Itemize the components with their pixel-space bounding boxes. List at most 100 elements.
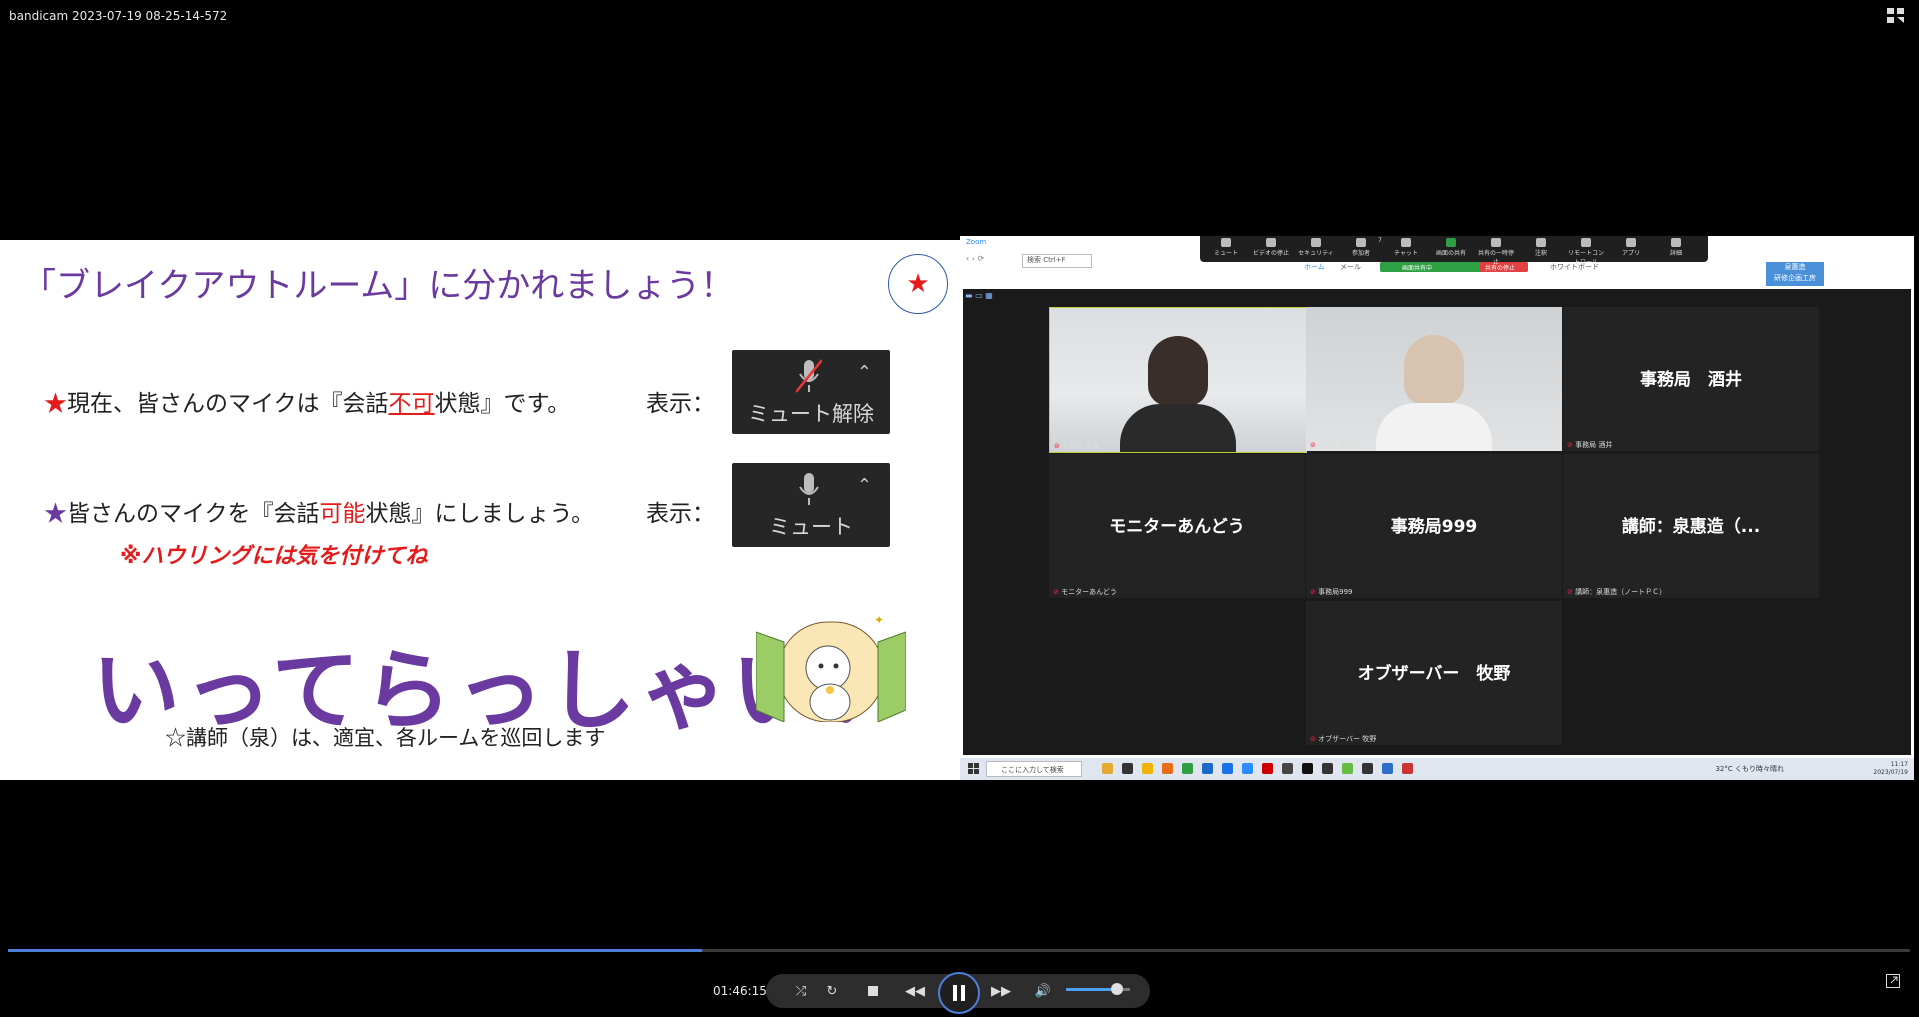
- toolbar-icon: [1266, 238, 1276, 247]
- clock-date: 2023/07/19: [1873, 769, 1908, 776]
- display-label-1: 表示：: [646, 391, 715, 417]
- loop-icon[interactable]: ↻: [823, 982, 841, 1000]
- toolbar-item[interactable]: ミュート: [1206, 238, 1246, 257]
- weather-widget[interactable]: 32°C くもり時々晴れ: [1715, 764, 1784, 774]
- participant-name: モニターあんどう: [1109, 517, 1245, 537]
- line2-text: 皆さんのマイクを『会話: [67, 501, 320, 527]
- participant-name: 事務局999: [1390, 517, 1478, 537]
- toolbar-label: アプリ: [1621, 250, 1640, 257]
- toolbar-item[interactable]: ビデオの停止: [1251, 238, 1291, 257]
- mute-button-illustration: ⌃ ミュート: [732, 463, 890, 547]
- popout-icon[interactable]: [1886, 974, 1900, 988]
- tab-home[interactable]: ホーム: [1304, 262, 1325, 272]
- slide-title: 「ブレイクアウトルーム」に分かれましょう！: [22, 266, 735, 306]
- unmute-button-illustration: ⌃ ミュート解除: [732, 350, 890, 434]
- howling-warning: ※ハウリングには気を付けてね: [120, 544, 428, 569]
- taskbar-app-icon[interactable]: [1222, 763, 1233, 774]
- toolbar-item[interactable]: 共有の一時停止: [1476, 238, 1516, 266]
- windows-taskbar: ここに入力して検索 32°C くもり時々晴れ 11:17 2023/07/19: [960, 758, 1914, 780]
- toolbar-item[interactable]: リモートコントロール: [1566, 238, 1606, 266]
- participant-caption: ⊘ モニターあんどう: [1053, 588, 1117, 596]
- participant-tile[interactable]: ⊘ 講師：泉惠造: [1306, 307, 1562, 451]
- instructor-note: ☆講師（泉）は、適宜、各ルームを巡回します: [165, 726, 606, 750]
- participant-tile[interactable]: オブザーバー 牧野 ⊘ オブザーバー 牧野: [1306, 601, 1562, 745]
- tab-mail[interactable]: メール: [1340, 262, 1361, 272]
- zoom-search-input[interactable]: 検索 Ctrl+F: [1022, 254, 1092, 268]
- taskbar-search-input[interactable]: ここに入力して検索: [986, 761, 1082, 777]
- zoom-window: Zoom ‹ › ⟳ 検索 Ctrl+F ホーム メール ホワイトボード 画面共…: [960, 236, 1914, 780]
- toolbar-label: ミュート: [1213, 250, 1238, 257]
- toolbar-label: 参加者: [1351, 250, 1370, 257]
- instruction-line-1: ★現在、皆さんのマイクは『会話不可状態』です。: [44, 384, 570, 418]
- toolbar-item[interactable]: 画面の共有: [1431, 238, 1471, 257]
- taskbar-app-icon[interactable]: [1162, 763, 1173, 774]
- gallery-view: ▬ ▭ ▦ ⊘ 事務局 安藤 ⊘ 講師：泉惠造 事務局 酒井 ⊘ 事務局 酒井モニター…: [963, 289, 1911, 755]
- toolbar-item[interactable]: アプリ: [1611, 238, 1651, 257]
- view-toggle-icon[interactable]: ▬ ▭ ▦: [965, 291, 993, 300]
- toolbar-item[interactable]: セキュリティ: [1296, 238, 1336, 257]
- windows-start-icon[interactable]: [968, 763, 980, 775]
- taskbar-app-icon[interactable]: [1362, 763, 1373, 774]
- taskbar-app-icon[interactable]: [1102, 763, 1113, 774]
- participant-body: [1376, 403, 1492, 451]
- repeat-ab-icon[interactable]: ⤮: [792, 982, 810, 1000]
- participant-caption: ⊘ 事務局 安藤: [1054, 442, 1100, 450]
- svg-text:✦: ✦: [874, 613, 884, 627]
- taskbar-app-icon[interactable]: [1142, 763, 1153, 774]
- participant-name: オブザーバー 牧野: [1357, 664, 1511, 684]
- toolbar-item[interactable]: チャット: [1386, 238, 1426, 257]
- participant-tile[interactable]: ⊘ 事務局 安藤: [1049, 307, 1307, 453]
- taskbar-app-icon[interactable]: [1382, 763, 1393, 774]
- rewind-button[interactable]: ◀◀: [905, 982, 925, 1000]
- toolbar-item[interactable]: 詳細: [1656, 238, 1696, 257]
- participant-tile[interactable]: モニターあんどう ⊘ モニターあんどう: [1049, 454, 1305, 598]
- volume-level: [1066, 988, 1118, 991]
- toolbar-item[interactable]: 注釈: [1521, 238, 1561, 257]
- participant-tile[interactable]: 事務局 酒井 ⊘ 事務局 酒井: [1563, 307, 1819, 451]
- zoom-toolbar: ミュート ビデオの停止 セキュリティ 参加者 チャット 画面の共有 共有の一時停止 注釈 リモー…: [1200, 236, 1708, 266]
- taskbar-app-icon[interactable]: [1202, 763, 1213, 774]
- layout-icon[interactable]: [1887, 8, 1905, 24]
- chevron-up-icon: ⌃: [856, 362, 872, 383]
- taskbar-app-icon[interactable]: [1122, 763, 1133, 774]
- toolbar-label: 共有の一時停止: [1477, 250, 1514, 266]
- taskbar-app-icon[interactable]: [1342, 763, 1353, 774]
- taskbar-app-icon[interactable]: [1402, 763, 1413, 774]
- timecode: 01:46:15: [713, 984, 767, 998]
- toolbar-icon: [1491, 238, 1501, 247]
- pause-button[interactable]: [938, 972, 980, 1014]
- waving-cat-illustration-icon: ✦: [756, 613, 906, 722]
- participant-caption: ⊘ 講師：泉惠造: [1310, 441, 1361, 449]
- volume-icon[interactable]: 🔊: [1034, 982, 1052, 1000]
- participant-tile[interactable]: 事務局999 ⊘ 事務局999: [1306, 454, 1562, 598]
- fast-forward-button[interactable]: ▶▶: [991, 982, 1011, 1000]
- star-icon: ★: [44, 391, 67, 417]
- unmute-label: ミュート解除: [748, 402, 874, 426]
- zoom-header: Zoom ‹ › ⟳ 検索 Ctrl+F ホーム メール ホワイトボード 画面共…: [960, 236, 1914, 288]
- toolbar-icon: [1311, 238, 1321, 247]
- toolbar-item[interactable]: 参加者: [1341, 238, 1381, 257]
- taskbar-app-icon[interactable]: [1242, 763, 1253, 774]
- participant-count: 7: [1378, 237, 1382, 244]
- taskbar-app-icon[interactable]: [1262, 763, 1273, 774]
- toolbar-icon: [1536, 238, 1546, 247]
- taskbar-app-icon[interactable]: [1182, 763, 1193, 774]
- search-shortcut: Ctrl+F: [1043, 256, 1066, 264]
- stop-button[interactable]: [864, 982, 882, 1000]
- line1-text-end: 状態』です。: [434, 391, 571, 417]
- participant-tile[interactable]: 講師：泉惠造（... ⊘ 講師：泉惠造（ノートＰＣ）: [1563, 454, 1819, 598]
- taskbar-app-icon[interactable]: [1282, 763, 1293, 774]
- chevron-up-icon: ⌃: [856, 475, 872, 496]
- nav-buttons[interactable]: ‹ › ⟳: [966, 254, 984, 263]
- toolbar-label: 詳細: [1669, 250, 1682, 257]
- participant-video: [1404, 335, 1464, 405]
- toolbar-label: ビデオの停止: [1252, 250, 1289, 257]
- taskbar-clock[interactable]: 11:17 2023/07/19: [1873, 761, 1908, 777]
- taskbar-app-icon[interactable]: [1322, 763, 1333, 774]
- line2-highlight: 可能: [319, 501, 366, 527]
- taskbar-app-icon[interactable]: [1302, 763, 1313, 774]
- toolbar-label: チャット: [1394, 250, 1418, 257]
- window-title: bandicam 2023-07-19 08-25-14-572: [9, 9, 228, 23]
- toolbar-label: リモートコントロール: [1567, 250, 1604, 266]
- participant-caption: ⊘ オブザーバー 牧野: [1310, 735, 1377, 743]
